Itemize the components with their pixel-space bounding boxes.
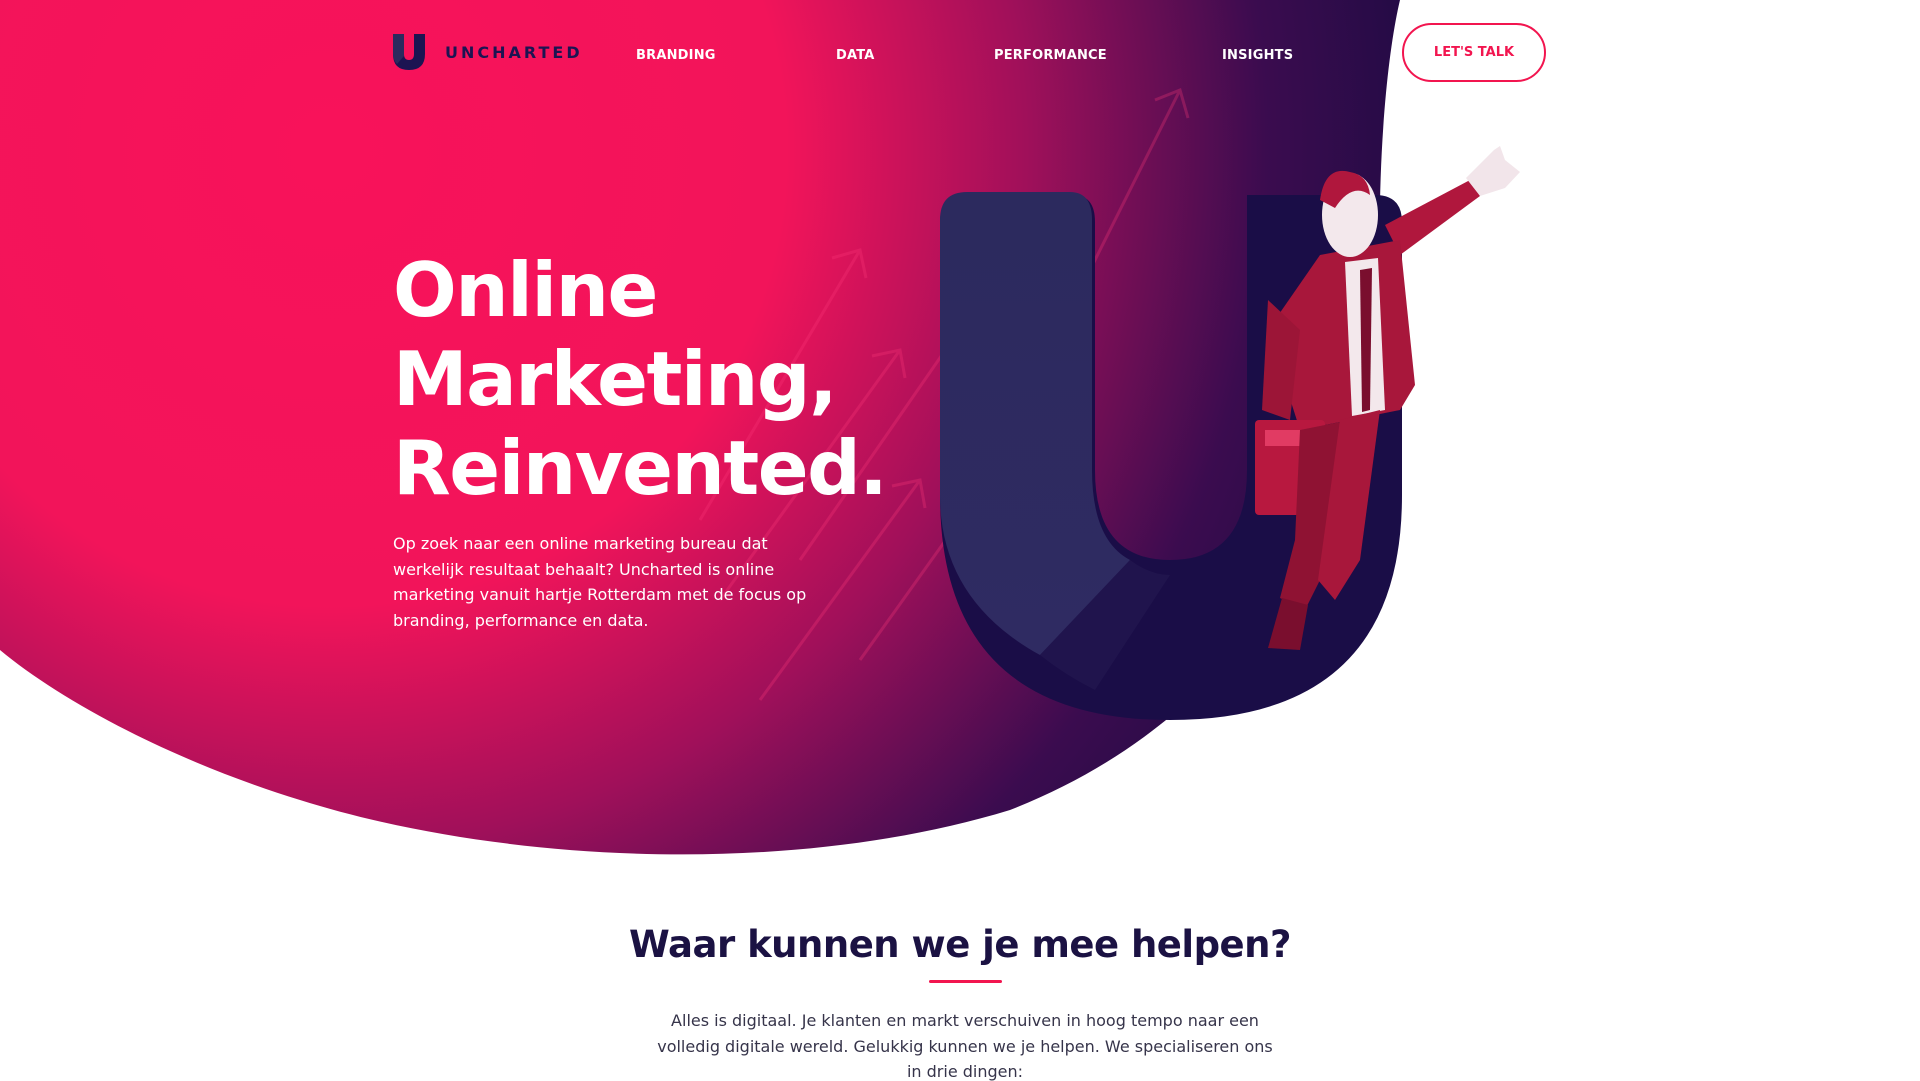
nav-item-performance[interactable]: PERFORMANCE	[994, 48, 1107, 63]
page: UNCHARTED BRANDING DATA PERFORMANCE INSI…	[0, 0, 1920, 1081]
section-description: Alles is digitaal. Je klanten en markt v…	[645, 1008, 1285, 1081]
hero-description-line: marketing vanuit hartje Rotterdam met de…	[393, 585, 807, 604]
section-title: Waar kunnen we je mee helpen?	[629, 923, 1291, 966]
section-divider	[929, 980, 1002, 983]
section-description-line: Alles is digitaal. Je klanten en markt v…	[671, 1011, 1259, 1030]
hero-description-line: branding, performance en data.	[393, 610, 649, 630]
logo-text: UNCHARTED	[445, 42, 583, 62]
section-description-line: in drie dingen:	[906, 1062, 1024, 1081]
hero-background	[0, 0, 1520, 855]
hero-description-line: werkelijk resultaat behaalt? Uncharted i…	[393, 559, 775, 579]
nav-item-insights[interactable]: INSIGHTS	[1222, 48, 1293, 63]
nav-item-data[interactable]: DATA	[836, 48, 875, 63]
hero-title-line: Online	[393, 246, 658, 334]
hero-title-line: Marketing,	[393, 335, 838, 423]
hero-description: Op zoek naar een online marketing bureau…	[393, 531, 843, 633]
lets-talk-button[interactable]: LET'S TALK	[1402, 23, 1546, 82]
section-description-line: volledig digitale wereld. Gelukkig kunne…	[657, 1036, 1273, 1056]
nav-item-branding[interactable]: BRANDING	[636, 48, 716, 63]
logo[interactable]: UNCHARTED	[393, 34, 583, 70]
logo-u-icon	[393, 34, 425, 70]
hero-description-line: Op zoek naar een online marketing bureau…	[393, 534, 768, 553]
hero-title-line: Reinvented.	[393, 424, 888, 512]
hero-title: Online Marketing, Reinvented.	[393, 246, 913, 513]
